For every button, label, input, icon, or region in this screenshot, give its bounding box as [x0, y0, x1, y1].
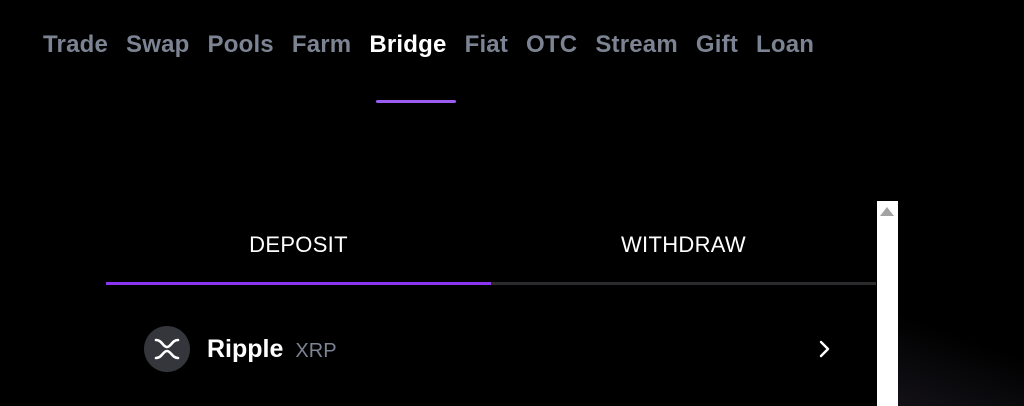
background-shading — [884, 316, 1024, 406]
deposit-withdraw-tabs: DEPOSIT WITHDRAW — [106, 205, 876, 285]
asset-row-ripple[interactable]: Ripple XRP — [144, 326, 844, 372]
nav-tab-farm[interactable]: Farm — [292, 31, 352, 59]
scroll-up-arrow-icon[interactable] — [880, 207, 894, 216]
nav-tab-otc[interactable]: OTC — [526, 31, 577, 59]
tab-withdraw[interactable]: WITHDRAW — [491, 205, 876, 285]
tab-deposit[interactable]: DEPOSIT — [106, 205, 491, 285]
nav-tab-loan[interactable]: Loan — [756, 31, 814, 59]
tab-withdraw-label: WITHDRAW — [620, 232, 746, 257]
bridge-panel: DEPOSIT WITHDRAW Ripple XRP — [106, 205, 876, 406]
main-nav: Trade Swap Pools Farm Bridge Fiat OTC St… — [43, 28, 814, 62]
nav-tab-fiat[interactable]: Fiat — [465, 31, 508, 59]
chevron-right-icon[interactable] — [814, 339, 834, 359]
tab-deposit-label: DEPOSIT — [249, 232, 348, 257]
nav-tab-pools[interactable]: Pools — [208, 31, 274, 59]
nav-tab-bridge[interactable]: Bridge — [369, 31, 446, 59]
nav-tab-stream[interactable]: Stream — [595, 31, 678, 59]
nav-active-indicator — [376, 100, 456, 103]
nav-tab-swap[interactable]: Swap — [126, 31, 189, 59]
xrp-logo-icon — [144, 326, 190, 372]
nav-tab-trade[interactable]: Trade — [43, 31, 108, 59]
asset-ticker: XRP — [295, 339, 337, 362]
asset-name: Ripple — [207, 334, 284, 363]
nav-tab-gift[interactable]: Gift — [696, 31, 738, 59]
scrollbar[interactable] — [877, 201, 898, 406]
